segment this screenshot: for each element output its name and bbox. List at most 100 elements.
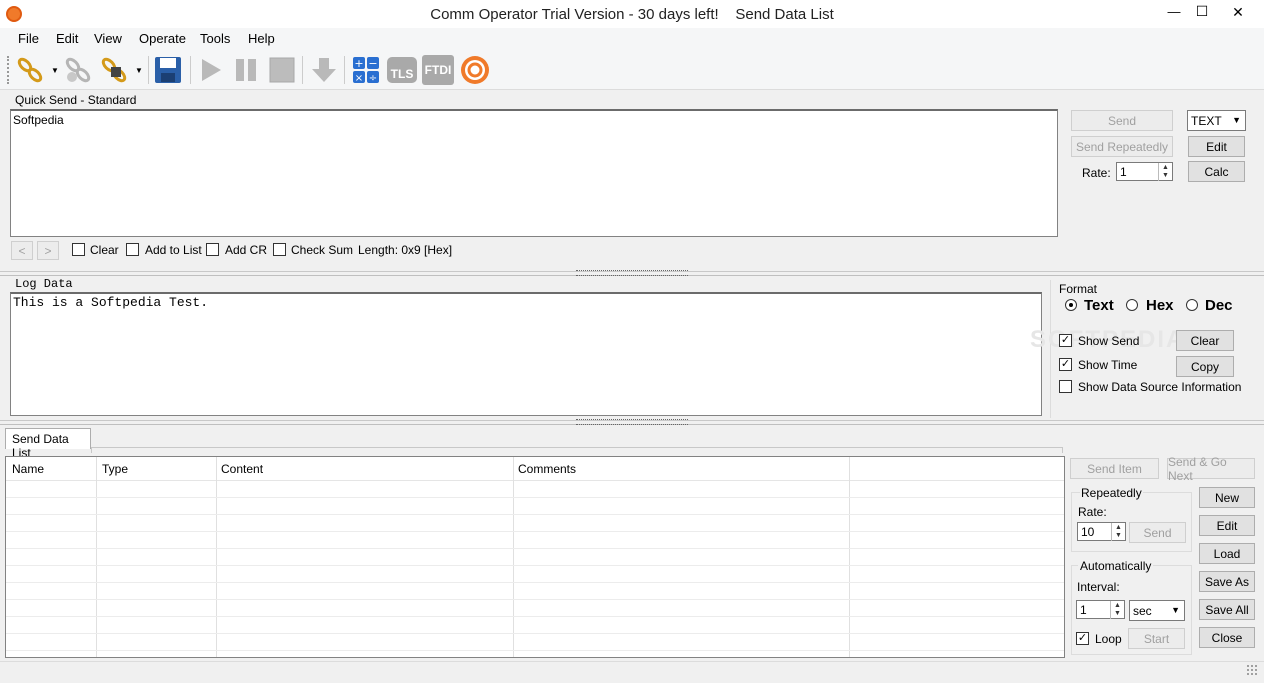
column-header-name[interactable]: Name [12,462,44,476]
send-go-next-button[interactable]: Send & Go Next [1167,455,1255,483]
format-text-label: Text [1084,297,1114,314]
list-rate-value: 10 [1081,525,1095,539]
menu-tools[interactable]: Tools [200,31,230,46]
format-dec-radio[interactable] [1186,299,1198,311]
toolbar-separator [302,56,303,84]
interval-down-icon[interactable]: ▼ [1110,609,1124,619]
menu-edit[interactable]: Edit [56,31,78,46]
chevron-down-icon: ▼ [1171,605,1180,615]
rate-label: Rate: [1082,166,1111,180]
quick-send-textarea[interactable]: Softpedia [10,109,1058,237]
svg-text:×: × [355,73,363,84]
save-icon[interactable] [152,54,184,86]
interval-label: Interval: [1077,580,1120,594]
menu-file[interactable]: File [18,31,39,46]
send-item-button[interactable]: Send Item [1070,458,1159,479]
quick-send-text: Softpedia [13,113,64,127]
format-dec-label: Dec [1205,297,1233,314]
column-header-content[interactable]: Content [221,462,263,476]
list-rate-spinner[interactable]: 10 ▲ ▼ [1077,522,1126,541]
splitter-grip-icon[interactable] [576,419,688,425]
loop-checkbox[interactable]: ✓ [1076,632,1089,645]
rate-spinner[interactable]: 1 ▲ ▼ [1116,162,1173,181]
log-text: This is a Softpedia Test. [13,295,209,310]
stop-icon[interactable] [266,54,298,86]
log-textarea[interactable]: This is a Softpedia Test. [10,292,1042,416]
ftdi-icon[interactable]: FTDI [422,54,454,86]
about-icon[interactable] [459,54,491,86]
edit-button[interactable]: Edit [1188,136,1245,157]
column-header-comments[interactable]: Comments [518,462,576,476]
list-close-button[interactable]: Close [1199,627,1255,648]
connect-icon[interactable] [14,54,46,86]
format-label: Format [1059,282,1098,296]
start-button[interactable]: Start [1128,628,1185,649]
show-source-checkbox[interactable] [1059,380,1072,393]
send-repeatedly-button[interactable]: Send Repeatedly [1071,136,1173,157]
menu-help[interactable]: Help [248,31,275,46]
column-header-type[interactable]: Type [102,462,128,476]
show-source-label: Show Data Source Information [1078,380,1242,394]
close-window-button[interactable]: ✕ [1218,4,1258,21]
show-time-label: Show Time [1078,358,1138,372]
send-button[interactable]: Send [1071,110,1173,131]
resize-grip-icon[interactable] [1246,664,1258,676]
download-arrow-icon[interactable] [308,54,340,86]
table-rows [6,481,1064,657]
interval-spinner[interactable]: 1 ▲ ▼ [1076,600,1125,619]
svg-text:+: + [354,57,363,70]
format-hex-label: Hex [1146,297,1174,314]
menu-view[interactable]: View [94,31,122,46]
load-button[interactable]: Load [1199,543,1255,564]
length-readout: Length: 0x9 [Hex] [358,243,453,257]
connect-dropdown-icon[interactable]: ▼ [51,66,59,75]
tab-send-data-list[interactable]: Send Data List [5,428,91,460]
list-edit-button[interactable]: Edit [1199,515,1255,536]
calc-button[interactable]: Calc [1188,161,1245,182]
save-all-button[interactable]: Save All [1199,599,1255,620]
window-title: Comm Operator Trial Version - 30 days le… [430,6,834,23]
list-rate-down-icon[interactable]: ▼ [1111,531,1125,541]
minimize-button[interactable]: — [1160,4,1188,19]
list-send-button[interactable]: Send [1129,522,1186,543]
settings-dropdown-icon[interactable]: ▼ [135,66,143,75]
save-as-button[interactable]: Save As [1199,571,1255,592]
interval-value: 1 [1080,603,1087,617]
play-icon[interactable] [194,54,226,86]
calculator-icon[interactable]: + − × ÷ [350,54,382,86]
check-sum-checkbox[interactable] [273,243,286,256]
log-copy-button[interactable]: Copy [1176,356,1234,377]
connection-settings-icon[interactable] [98,54,130,86]
toolbar-separator [148,56,149,84]
pause-icon[interactable] [230,54,262,86]
maximize-button[interactable]: ☐ [1188,3,1216,20]
interval-unit-select[interactable]: sec ▼ [1129,600,1185,621]
mode-select-value: TEXT [1191,114,1222,128]
show-time-checkbox[interactable]: ✓ [1059,358,1072,371]
format-text-radio[interactable] [1065,299,1077,311]
splitter-grip-icon[interactable] [576,270,688,276]
format-hex-radio[interactable] [1126,299,1138,311]
ftdi-label: FTDI [422,55,454,85]
add-to-list-checkbox[interactable] [126,243,139,256]
clear-checkbox[interactable] [72,243,85,256]
history-prev-button[interactable]: < [11,241,33,260]
mode-select[interactable]: TEXT ▼ [1187,110,1246,131]
check-sum-label: Check Sum [291,243,354,257]
new-button[interactable]: New [1199,487,1255,508]
svg-text:−: − [368,57,377,70]
menu-operate[interactable]: Operate [139,31,186,46]
tls-icon[interactable]: TLS [386,54,418,86]
status-bar [0,661,1264,683]
history-next-button[interactable]: > [37,241,59,260]
disconnect-icon[interactable] [62,54,94,86]
title-bar: Comm Operator Trial Version - 30 days le… [0,0,1264,28]
add-to-list-label: Add to List [145,243,202,257]
log-clear-button[interactable]: Clear [1176,330,1234,351]
toolbar-separator [190,56,191,84]
rate-down-icon[interactable]: ▼ [1158,171,1172,181]
show-send-checkbox[interactable]: ✓ [1059,334,1072,347]
add-cr-checkbox[interactable] [206,243,219,256]
tls-label: TLS [387,57,417,83]
rate-value: 1 [1120,165,1127,179]
